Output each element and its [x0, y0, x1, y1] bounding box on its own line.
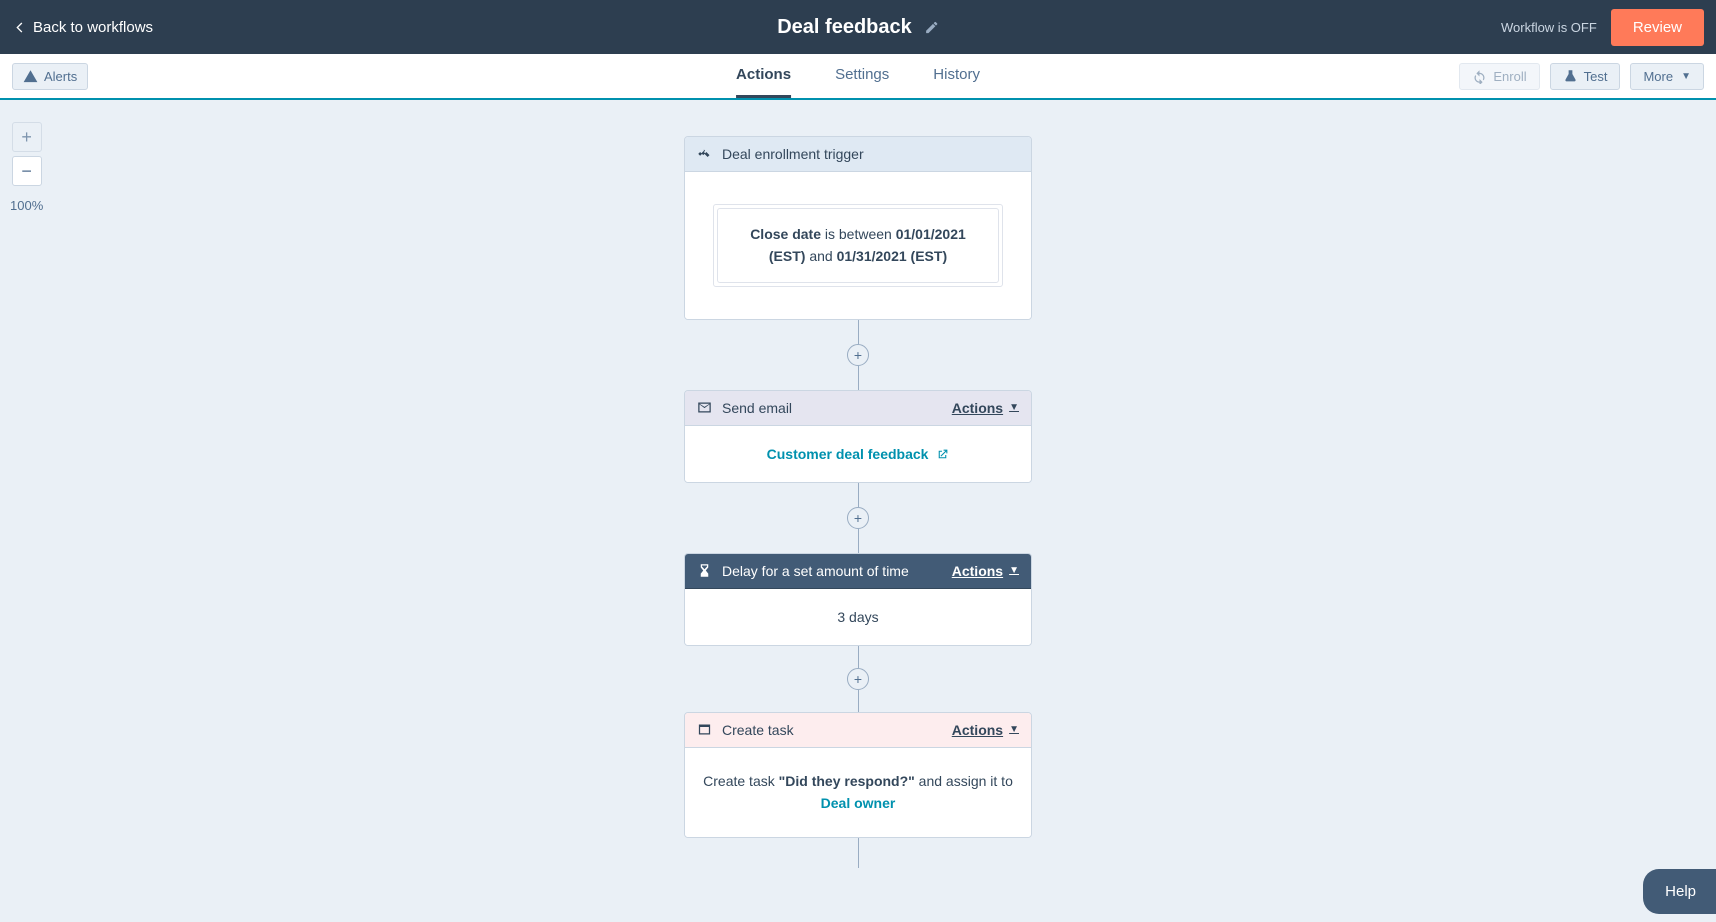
- zoom-in-button: +: [12, 122, 42, 152]
- connector-line: [858, 320, 859, 344]
- workflow-flow: Deal enrollment trigger Close date is be…: [684, 136, 1032, 868]
- delay-title: Delay for a set amount of time: [722, 563, 942, 579]
- task-mid: and assign it to: [915, 773, 1013, 789]
- create-task-body: Create task "Did they respond?" and assi…: [685, 748, 1031, 837]
- more-button[interactable]: More ▼: [1630, 63, 1704, 90]
- title-wrap: Deal feedback: [777, 16, 939, 39]
- connector-line: [858, 529, 859, 553]
- text-between: is between: [821, 226, 896, 242]
- zoom-out-button[interactable]: −: [12, 156, 42, 186]
- back-to-workflows-link[interactable]: Back to workflows: [12, 19, 153, 36]
- create-task-title: Create task: [722, 722, 942, 738]
- trigger-filter-outer: Close date is between 01/01/2021 (EST) a…: [713, 204, 1003, 287]
- subheader-right: Enroll Test More ▼: [1459, 63, 1704, 90]
- test-button[interactable]: Test: [1550, 63, 1621, 90]
- chevron-down-icon: ▼: [1009, 565, 1019, 576]
- app-header: Back to workflows Deal feedback Workflow…: [0, 0, 1716, 54]
- page-title: Deal feedback: [777, 16, 912, 39]
- delay-value: 3 days: [837, 609, 878, 625]
- connector-3: +: [847, 646, 869, 712]
- enroll-icon: [1472, 69, 1487, 84]
- tab-settings[interactable]: Settings: [835, 54, 889, 98]
- chevron-down-icon: ▼: [1009, 402, 1019, 413]
- help-button[interactable]: Help: [1643, 869, 1716, 914]
- flask-icon: [1563, 69, 1578, 84]
- trigger-body: Close date is between 01/01/2021 (EST) a…: [685, 172, 1031, 319]
- trigger-card-header: Deal enrollment trigger: [685, 137, 1031, 172]
- trigger-field: Close date: [750, 226, 821, 242]
- text-and: and: [805, 248, 836, 264]
- pencil-icon[interactable]: [924, 20, 939, 35]
- add-action-button-2[interactable]: +: [847, 507, 869, 529]
- delay-actions-menu[interactable]: Actions ▼: [952, 563, 1019, 579]
- task-actions-label: Actions: [952, 722, 1003, 738]
- warning-icon: [23, 69, 38, 84]
- connector-line: [858, 838, 859, 868]
- header-right: Workflow is OFF Review: [1501, 9, 1704, 46]
- enroll-button: Enroll: [1459, 63, 1539, 90]
- workflow-canvas[interactable]: + − 100% Deal enrollment trigger Close d…: [0, 100, 1716, 922]
- tabs: Actions Settings History: [736, 54, 980, 98]
- add-action-button-3[interactable]: +: [847, 668, 869, 690]
- connector-1: +: [847, 320, 869, 390]
- trigger-title: Deal enrollment trigger: [722, 146, 1019, 162]
- tab-actions[interactable]: Actions: [736, 54, 791, 98]
- add-action-button-1[interactable]: +: [847, 344, 869, 366]
- workflow-status: Workflow is OFF: [1501, 20, 1597, 35]
- connector-line: [858, 646, 859, 668]
- alerts-button[interactable]: Alerts: [12, 63, 88, 90]
- window-icon: [697, 722, 712, 737]
- email-actions-label: Actions: [952, 400, 1003, 416]
- task-actions-menu[interactable]: Actions ▼: [952, 722, 1019, 738]
- trigger-card[interactable]: Deal enrollment trigger Close date is be…: [684, 136, 1032, 320]
- connector-line: [858, 366, 859, 390]
- connector-line: [858, 690, 859, 712]
- email-link-text: Customer deal feedback: [767, 446, 929, 462]
- delay-header: Delay for a set amount of time Actions ▼: [685, 554, 1031, 589]
- connector-2: +: [847, 483, 869, 553]
- trigger-date2: 01/31/2021 (EST): [837, 248, 948, 264]
- send-email-title: Send email: [722, 400, 942, 416]
- review-button[interactable]: Review: [1611, 9, 1704, 46]
- send-email-body: Customer deal feedback: [685, 426, 1031, 482]
- chevron-down-icon: ▼: [1009, 724, 1019, 735]
- create-task-card[interactable]: Create task Actions ▼ Create task "Did t…: [684, 712, 1032, 838]
- zoom-controls: + − 100%: [10, 122, 43, 213]
- mail-icon: [697, 400, 712, 415]
- chevron-down-icon: ▼: [1681, 71, 1691, 82]
- delay-actions-label: Actions: [952, 563, 1003, 579]
- test-label: Test: [1584, 69, 1608, 84]
- external-link-icon: [936, 448, 949, 461]
- more-label: More: [1643, 69, 1673, 84]
- trigger-filter[interactable]: Close date is between 01/01/2021 (EST) a…: [717, 208, 999, 283]
- chevron-left-icon: [12, 20, 27, 35]
- alerts-label: Alerts: [44, 69, 77, 84]
- delay-card[interactable]: Delay for a set amount of time Actions ▼…: [684, 553, 1032, 646]
- subheader: Alerts Actions Settings History Enroll T…: [0, 54, 1716, 100]
- send-email-card[interactable]: Send email Actions ▼ Customer deal feedb…: [684, 390, 1032, 483]
- zoom-level: 100%: [10, 198, 43, 213]
- send-email-header: Send email Actions ▼: [685, 391, 1031, 426]
- task-prefix: Create task: [703, 773, 778, 789]
- create-task-header: Create task Actions ▼: [685, 713, 1031, 748]
- delay-body: 3 days: [685, 589, 1031, 645]
- handshake-icon: [697, 147, 712, 162]
- enroll-label: Enroll: [1493, 69, 1526, 84]
- connector-line: [858, 483, 859, 507]
- tab-history[interactable]: History: [933, 54, 980, 98]
- email-actions-menu[interactable]: Actions ▼: [952, 400, 1019, 416]
- task-assignee-link[interactable]: Deal owner: [821, 795, 896, 811]
- email-template-link[interactable]: Customer deal feedback: [767, 446, 950, 462]
- back-label: Back to workflows: [33, 19, 153, 36]
- task-name: "Did they respond?": [779, 773, 915, 789]
- hourglass-icon: [697, 563, 712, 578]
